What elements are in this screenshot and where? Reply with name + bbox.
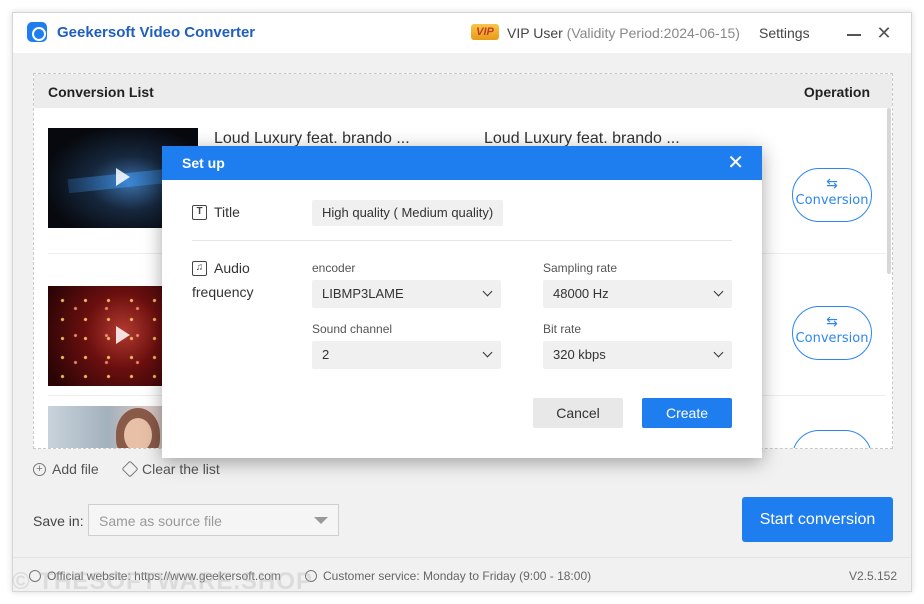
chevron-down-icon — [482, 347, 493, 358]
play-icon[interactable] — [116, 326, 130, 344]
add-file-button[interactable]: + Add file — [33, 461, 99, 477]
setup-dialog: Set up ✕ T Title High quality ( Medium qu… — [162, 146, 762, 458]
save-location-select[interactable]: Same as source file — [88, 504, 339, 536]
list-header: Conversion List Operation — [34, 74, 892, 108]
audio-row-label-line2: frequency — [192, 284, 254, 300]
title-row-label: T Title — [192, 204, 240, 220]
vip-validity: (Validity Period:2024-06-15) — [566, 25, 740, 41]
conversion-button[interactable]: ⇆ Conversion — [792, 168, 872, 222]
music-note-icon: ♫ — [192, 260, 207, 276]
quality-preset-value[interactable]: High quality ( Medium quality) — [312, 200, 504, 226]
app-logo-icon — [27, 22, 47, 42]
clear-list-button[interactable]: Clear the list — [121, 460, 220, 478]
dialog-header: Set up ✕ — [162, 146, 762, 180]
text-icon: T — [192, 204, 207, 220]
minimize-icon[interactable] — [845, 23, 863, 43]
vip-badge-icon: VIP — [471, 24, 499, 40]
cancel-button[interactable]: Cancel — [533, 398, 623, 428]
app-title: Geekersoft Video Converter — [57, 24, 256, 41]
sound-channel-label: Sound channel — [312, 322, 393, 336]
audio-row-label: ♫ Audio — [192, 260, 250, 276]
watermark: © THESOFTWARE.SHOP — [12, 568, 314, 595]
close-window-icon[interactable]: ✕ — [875, 23, 893, 43]
list-header-title: Conversion List — [48, 84, 154, 100]
swap-icon: ⇆ — [826, 313, 838, 329]
chevron-down-icon — [713, 286, 724, 297]
sampling-rate-select[interactable]: 48000 Hz — [543, 280, 732, 308]
sound-channel-select[interactable]: 2 — [312, 341, 501, 369]
scrollbar[interactable] — [886, 108, 892, 448]
list-header-operation: Operation — [803, 84, 870, 100]
vip-status: VIP User (Validity Period:2024-06-15) — [507, 25, 740, 41]
dialog-title: Set up — [182, 155, 225, 171]
version-label: V2.5.152 — [848, 569, 897, 583]
chevron-down-icon — [713, 347, 724, 358]
settings-button[interactable]: Settings — [759, 25, 810, 41]
save-in-label: Save in: — [33, 513, 84, 529]
customer-service-info: Customer service: Monday to Friday (9:00… — [305, 569, 591, 583]
chevron-down-icon — [482, 286, 493, 297]
scrollbar-thumb[interactable] — [887, 108, 891, 274]
play-icon[interactable] — [116, 168, 130, 186]
sampling-rate-label: Sampling rate — [543, 261, 618, 275]
swap-icon: ⇆ — [826, 175, 838, 191]
plus-icon: + — [33, 462, 46, 476]
conversion-button[interactable]: ⇆ Conversion — [792, 306, 872, 360]
create-button[interactable]: Create — [642, 398, 732, 428]
title-bar: Geekersoft Video Converter VIP VIP User … — [13, 13, 911, 53]
eraser-icon — [121, 460, 139, 478]
encoder-select[interactable]: LIBMP3LAME — [312, 280, 501, 308]
close-dialog-icon[interactable]: ✕ — [727, 151, 744, 175]
divider — [192, 240, 732, 241]
encoder-label: encoder — [312, 261, 356, 275]
bit-rate-select[interactable]: 320 kbps — [543, 341, 732, 369]
conversion-button[interactable] — [792, 430, 872, 448]
bit-rate-label: Bit rate — [543, 322, 582, 336]
vip-user-label: VIP User — [507, 25, 567, 41]
chevron-down-icon — [314, 517, 328, 524]
start-conversion-button[interactable]: Start conversion — [742, 497, 893, 542]
